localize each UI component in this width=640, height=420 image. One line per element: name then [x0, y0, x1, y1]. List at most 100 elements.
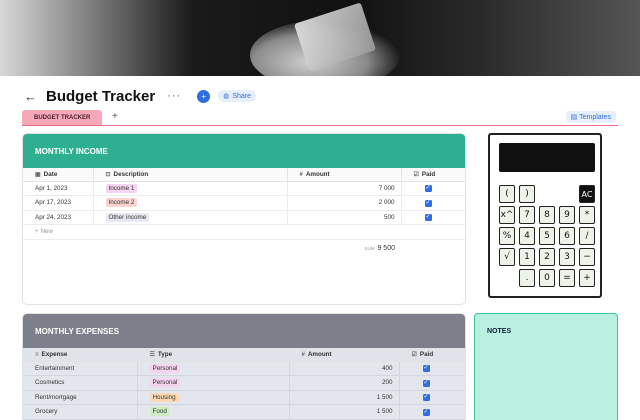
table-row[interactable]: Grocery Food 1 500 ✓: [23, 404, 465, 420]
cell-amount[interactable]: 2 000: [287, 195, 402, 211]
col-paid[interactable]: ☑ Paid: [401, 168, 465, 182]
cell-expense[interactable]: Grocery: [23, 404, 138, 420]
calc-key[interactable]: 9: [559, 206, 575, 224]
globe-icon: ◍: [223, 93, 230, 100]
paid-checkbox[interactable]: ✓: [422, 365, 430, 373]
calc-key[interactable]: 1: [519, 248, 535, 266]
col-amount[interactable]: # Amount: [287, 168, 402, 182]
cell-paid[interactable]: ✓: [401, 195, 465, 211]
cell-amount[interactable]: 7 000: [287, 181, 402, 196]
cell-type[interactable]: Housing: [137, 390, 290, 405]
calc-key[interactable]: 0: [539, 269, 555, 287]
templates-icon: ▤: [570, 114, 580, 121]
cell-description[interactable]: Other income: [93, 210, 288, 225]
cell-date[interactable]: Apr 1, 2023: [23, 181, 94, 196]
table-row[interactable]: Entertainment Personal 400 ✓: [23, 361, 465, 376]
type-tag: Personal: [149, 363, 181, 373]
cell-amount[interactable]: 400: [289, 361, 400, 376]
cell-paid[interactable]: ✓: [401, 210, 465, 225]
share-label: Share: [232, 92, 252, 100]
cell-amount[interactable]: 500: [287, 210, 402, 225]
cell-type[interactable]: Food: [137, 404, 290, 420]
calc-key[interactable]: *: [579, 206, 595, 224]
cell-type[interactable]: Personal: [137, 361, 290, 376]
cell-paid[interactable]: ✓: [399, 390, 465, 405]
calc-key[interactable]: +: [579, 269, 595, 287]
calc-key[interactable]: =: [559, 269, 575, 287]
calc-key[interactable]: %: [499, 227, 515, 245]
paid-checkbox[interactable]: ✓: [424, 214, 432, 222]
cell-description[interactable]: Income 2: [93, 195, 288, 211]
cell-paid[interactable]: ✓: [399, 361, 465, 376]
col-expense[interactable]: ≡ Expense: [23, 348, 138, 362]
collaborator-avatar[interactable]: +: [197, 89, 211, 103]
table-row[interactable]: Apr 24, 2023 Other income 500 ✓: [23, 210, 465, 225]
calc-key[interactable]: .: [519, 269, 535, 287]
cell-expense[interactable]: Entertainment: [23, 361, 138, 376]
calc-key[interactable]: 8: [539, 206, 555, 224]
calc-key[interactable]: (: [499, 185, 515, 203]
checkbox-icon: ☑: [411, 351, 417, 358]
paid-checkbox[interactable]: ✓: [422, 379, 430, 387]
calc-key[interactable]: −: [579, 248, 595, 266]
paid-checkbox[interactable]: ✓: [422, 408, 430, 416]
cell-description[interactable]: Income 1: [93, 181, 288, 196]
text-icon: ≡: [35, 351, 39, 358]
calc-key[interactable]: √: [499, 248, 515, 266]
checkbox-icon: ☑: [413, 171, 419, 178]
paid-checkbox[interactable]: ✓: [422, 394, 430, 402]
col-paid[interactable]: ☑ Paid: [399, 348, 465, 362]
table-row[interactable]: Apr 17, 2023 Income 2 2 000 ✓: [23, 195, 465, 211]
amount-sum[interactable]: SUM 9 500: [287, 239, 401, 257]
monthly-income-panel: MONTHLY INCOME ▣ Date ⊡ Description # Amoun…: [22, 133, 466, 305]
cell-amount[interactable]: 200: [289, 375, 400, 391]
cell-paid[interactable]: ✓: [401, 181, 465, 196]
paid-checkbox[interactable]: ✓: [424, 199, 432, 207]
share-button[interactable]: ◍ Share: [218, 90, 257, 102]
calc-key[interactable]: 6: [559, 227, 575, 245]
calc-key[interactable]: 4: [519, 227, 535, 245]
cell-paid[interactable]: ✓: [399, 404, 465, 420]
col-type[interactable]: ☰ Type: [137, 348, 290, 362]
text-icon: ⊡: [105, 171, 111, 178]
notes-panel[interactable]: NOTES: [474, 313, 618, 420]
cell-expense[interactable]: Cosmetics: [23, 375, 138, 391]
hash-icon: #: [299, 171, 303, 178]
calc-key[interactable]: /: [579, 227, 595, 245]
cell-amount[interactable]: 1 500: [289, 390, 400, 405]
cell-date[interactable]: Apr 17, 2023: [23, 195, 94, 211]
templates-button[interactable]: ▤ Templates: [565, 111, 616, 123]
calc-key[interactable]: 3: [559, 248, 575, 266]
more-options-button[interactable]: ···: [167, 90, 181, 102]
notes-title: NOTES: [487, 328, 512, 335]
new-row-button[interactable]: + New: [23, 224, 465, 240]
cell-paid[interactable]: ✓: [399, 375, 465, 391]
paid-checkbox[interactable]: ✓: [424, 185, 432, 193]
cell-expense[interactable]: Rent/mortgage: [23, 390, 138, 405]
calc-key[interactable]: AC: [579, 185, 595, 203]
calculator-display: [499, 143, 595, 172]
col-date[interactable]: ▣ Date: [23, 168, 94, 182]
calculator-widget: () AC x^ 7 8 9 *% 4 5 6/ √ 1 2 3−. 0 = +: [488, 133, 602, 298]
cell-date[interactable]: Apr 24, 2023: [23, 210, 94, 225]
calc-key[interactable]: x^: [499, 206, 515, 224]
table-row[interactable]: Rent/mortgage Housing 1 500 ✓: [23, 390, 465, 405]
add-tab-button[interactable]: +: [112, 111, 118, 122]
cell-amount[interactable]: 1 500: [289, 404, 400, 420]
calc-key[interactable]: 2: [539, 248, 555, 266]
calc-key[interactable]: ): [519, 185, 535, 203]
cover-image: [0, 0, 640, 76]
new-row[interactable]: + New: [23, 224, 465, 240]
cell-type[interactable]: Personal: [137, 375, 290, 391]
expenses-table: ≡ Expense ☰ Type # Amount ☑ Paid Entertainme…: [23, 348, 465, 420]
back-arrow-icon[interactable]: ←: [24, 89, 38, 104]
list-icon: ☰: [149, 351, 155, 358]
calc-key[interactable]: 5: [539, 227, 555, 245]
calc-key[interactable]: 7: [519, 206, 535, 224]
col-amount[interactable]: # Amount: [289, 348, 400, 362]
income-table: ▣ Date ⊡ Description # Amount ☑ Paid Apr 1, …: [23, 168, 465, 257]
table-row[interactable]: Apr 1, 2023 Income 1 7 000 ✓: [23, 181, 465, 196]
table-row[interactable]: Cosmetics Personal 200 ✓: [23, 375, 465, 391]
col-description[interactable]: ⊡ Description: [93, 168, 288, 182]
tab-budget-tracker[interactable]: BUDGET TRACKER: [22, 110, 102, 125]
